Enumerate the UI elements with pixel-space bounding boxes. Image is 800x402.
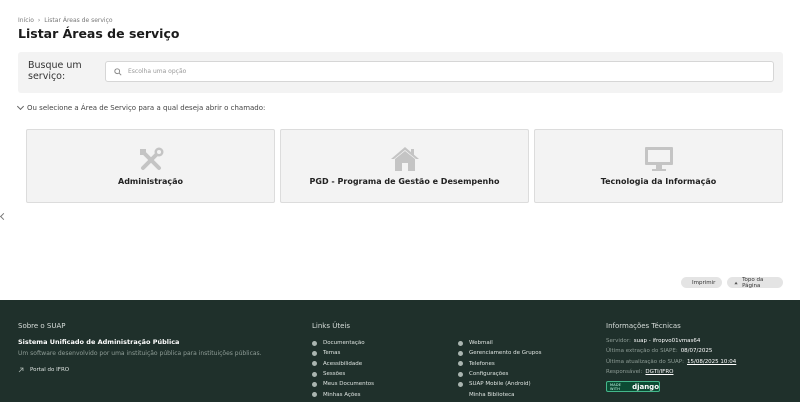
- chevron-left-icon[interactable]: [0, 212, 8, 221]
- footer-link-label: Documentação: [323, 340, 365, 347]
- badge-brand: django: [632, 382, 659, 391]
- footer-link-minha-biblioteca[interactable]: Minha Biblioteca: [458, 389, 604, 399]
- footer-link-label: Sessões: [323, 371, 346, 378]
- palette-icon: [312, 350, 317, 356]
- tools-icon: [139, 147, 163, 170]
- breadcrumb-separator: ›: [37, 17, 41, 24]
- footer-links-heading: Links Úteis: [312, 322, 350, 330]
- gear-icon: [458, 371, 463, 377]
- link-icon: [18, 367, 24, 373]
- footer-link-label: Configurações: [469, 371, 509, 378]
- tech-label: Responsável:: [606, 368, 643, 375]
- documentation-icon: [312, 340, 317, 346]
- select-hint-text: Ou selecione a Área de Serviço para a qu…: [27, 104, 266, 112]
- footer-link-label: Acessibilidade: [323, 360, 363, 367]
- footer-link-label: Telefones: [469, 360, 495, 367]
- footer-link-grupos[interactable]: Gerenciamento de Grupos: [458, 348, 604, 358]
- search-label: Busque um serviço:: [28, 60, 82, 82]
- footer-link-label: Minhas Ações: [323, 391, 361, 398]
- footer-link-portal[interactable]: Portal do IFRO: [18, 365, 298, 375]
- caret-up-icon: [734, 281, 738, 284]
- search-panel: Busque um serviço:: [18, 52, 783, 93]
- footer-link-telefones[interactable]: Telefones: [458, 359, 604, 369]
- footer-link-label: Meus Documentos: [323, 381, 374, 388]
- accessibility-icon: [312, 361, 317, 367]
- service-search-field[interactable]: [105, 61, 774, 82]
- footer-about-title: Sistema Unificado de Administração Públi…: [18, 338, 180, 346]
- footer-link-label: Minha Biblioteca: [469, 391, 515, 398]
- service-area-cards: Administração PGD - Programa de Gestão e…: [26, 129, 783, 203]
- file-icon: [312, 381, 317, 387]
- badge-made-with: MADE WITH: [610, 382, 622, 391]
- select-hint: Ou selecione a Área de Serviço para a qu…: [16, 102, 266, 112]
- sessions-icon: [312, 371, 317, 377]
- tech-value: suap - ifropvo01vmas64: [633, 338, 701, 344]
- tech-update-link[interactable]: 15/08/2025 10:04: [687, 359, 736, 369]
- footer-link-temas[interactable]: Temas: [312, 348, 458, 358]
- footer-link-sessoes[interactable]: Sessões: [312, 369, 458, 379]
- footer-link-minhas-acoes[interactable]: Minhas Ações: [312, 389, 458, 399]
- footer-link-label: Gerenciamento de Grupos: [469, 350, 542, 357]
- footer-links: Links Úteis Documentação Temas Acessibil…: [312, 322, 604, 400]
- page-title: Listar Áreas de serviço: [18, 26, 180, 41]
- footer-link-webmail[interactable]: Webmail: [458, 338, 604, 348]
- tech-siape: Última extração do SIAPE: 08/07/2025: [606, 348, 786, 358]
- footer-link-documentacao[interactable]: Documentação: [312, 338, 458, 348]
- home-icon: [390, 147, 419, 171]
- print-label: Imprimir: [692, 279, 716, 286]
- tech-server: Servidor: suap - ifropvo01vmas64: [606, 338, 786, 348]
- tech-responsible-link[interactable]: DGTI/IFRO: [645, 369, 673, 379]
- tech-label: Última atualização do SUAP:: [606, 358, 684, 365]
- print-button[interactable]: Imprimir: [681, 277, 722, 288]
- footer-links-col-2: Webmail Gerenciamento de Grupos Telefone…: [458, 338, 604, 400]
- chevron-down-icon[interactable]: [16, 102, 25, 111]
- footer: Sobre o SUAP Sistema Unificado de Admini…: [0, 300, 800, 402]
- back-to-top-label: Topo da Página: [742, 276, 764, 289]
- tech-label: Servidor:: [606, 338, 631, 344]
- card-ti[interactable]: Tecnologia da Informação: [534, 129, 783, 203]
- breadcrumb-home-link[interactable]: Início: [18, 17, 34, 24]
- tech-responsible: Responsável: DGTI/IFRO: [606, 369, 786, 379]
- search-input[interactable]: [128, 68, 728, 75]
- card-administracao[interactable]: Administração: [26, 129, 275, 203]
- footer-link-suap-mobile[interactable]: SUAP Mobile (Android): [458, 379, 604, 389]
- breadcrumb: Início › Listar Áreas de serviço: [18, 17, 113, 24]
- footer-link-label: Portal do IFRO: [30, 367, 70, 374]
- actions-icon: [312, 392, 317, 398]
- search-icon: [114, 67, 122, 76]
- footer-tech: Informações Técnicas Servidor: suap - ifr…: [606, 322, 786, 393]
- footer-link-meus-documentos[interactable]: Meus Documentos: [312, 379, 458, 389]
- footer-about-heading: Sobre o SUAP: [18, 322, 66, 330]
- footer-links-col-1: Documentação Temas Acessibilidade Sessõe…: [312, 338, 458, 400]
- tech-value: 08/07/2025: [680, 348, 713, 355]
- monitor-icon: [644, 147, 673, 171]
- footer-tech-heading: Informações Técnicas: [606, 322, 681, 330]
- footer-link-label: Temas: [323, 350, 341, 357]
- breadcrumb-current: Listar Áreas de serviço: [44, 17, 113, 24]
- phone-icon: [458, 361, 463, 367]
- card-label: PGD - Programa de Gestão e Desempenho: [309, 177, 500, 186]
- card-label: Administração: [118, 177, 183, 186]
- footer-link-label: Webmail: [469, 340, 493, 347]
- footer-link-configuracoes[interactable]: Configurações: [458, 369, 604, 379]
- back-to-top-button[interactable]: Topo da Página: [727, 276, 783, 289]
- footer-link-acessibilidade[interactable]: Acessibilidade: [312, 359, 458, 369]
- mobile-icon: [458, 381, 463, 387]
- users-icon: [458, 350, 463, 356]
- card-pgd[interactable]: PGD - Programa de Gestão e Desempenho: [280, 129, 529, 203]
- footer-about: Sobre o SUAP Sistema Unificado de Admini…: [18, 322, 298, 375]
- django-badge[interactable]: MADE WITH django: [606, 381, 660, 393]
- tech-label: Última extração do SIAPE:: [606, 348, 678, 355]
- envelope-icon: [458, 340, 463, 346]
- footer-about-description: Um software desenvolvido por uma institu…: [18, 350, 262, 357]
- footer-link-label: SUAP Mobile (Android): [469, 381, 531, 388]
- tech-update: Última atualização do SUAP: 15/08/2025 10…: [606, 359, 786, 369]
- card-label: Tecnologia da Informação: [600, 177, 717, 186]
